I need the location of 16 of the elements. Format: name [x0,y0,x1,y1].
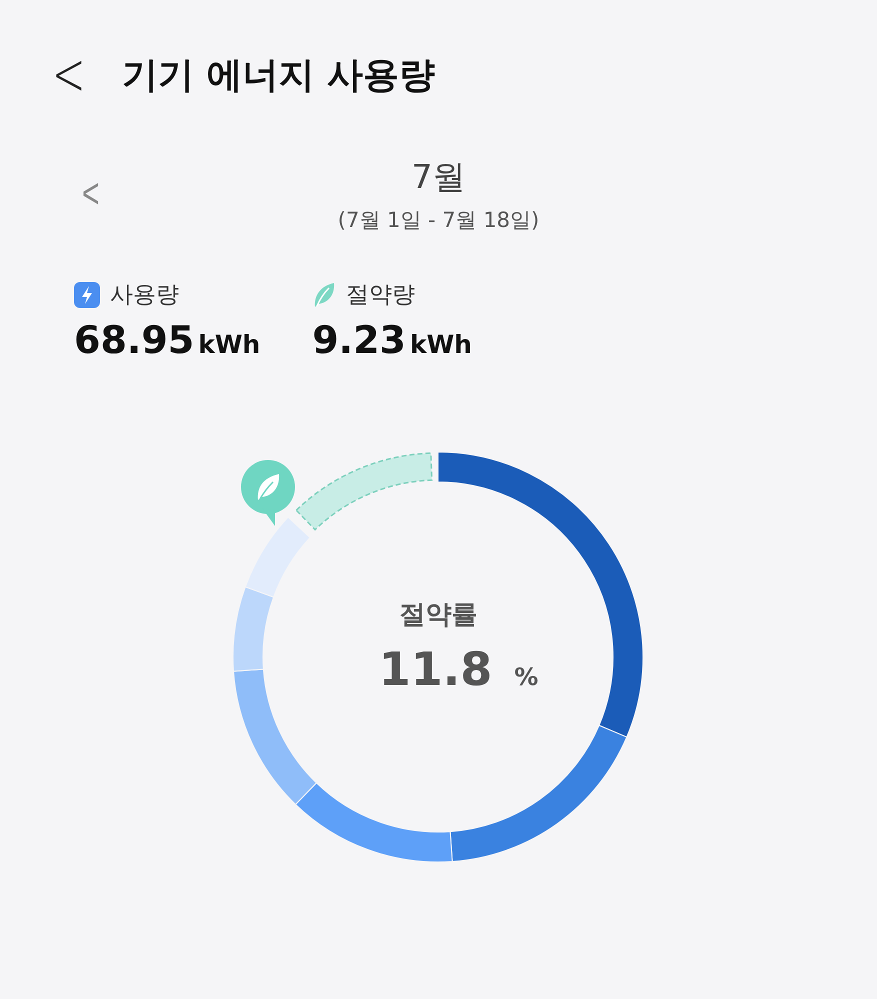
stat-label: 절약량 [346,281,416,310]
ring-label: 절약률 [400,599,478,632]
stat-unit: kWh [198,330,260,359]
lightning-icon [74,282,100,308]
leaf-icon [312,282,336,308]
saving-rate-value: 11.8 [378,642,492,696]
stat-value: 68.95 [74,318,194,362]
stat-value: 9.23 [312,318,406,362]
percent-unit: % [514,663,538,691]
stat-unit: kWh [410,330,472,359]
back-button[interactable]: < [52,40,82,110]
page-title: 기기 에너지 사용량 [122,54,436,98]
month-title: 7월 [412,156,466,198]
date-range: (7월 1일 - 7월 18일) [338,207,540,234]
stat-label: 사용량 [110,281,179,310]
leaf-badge-icon [241,460,295,526]
